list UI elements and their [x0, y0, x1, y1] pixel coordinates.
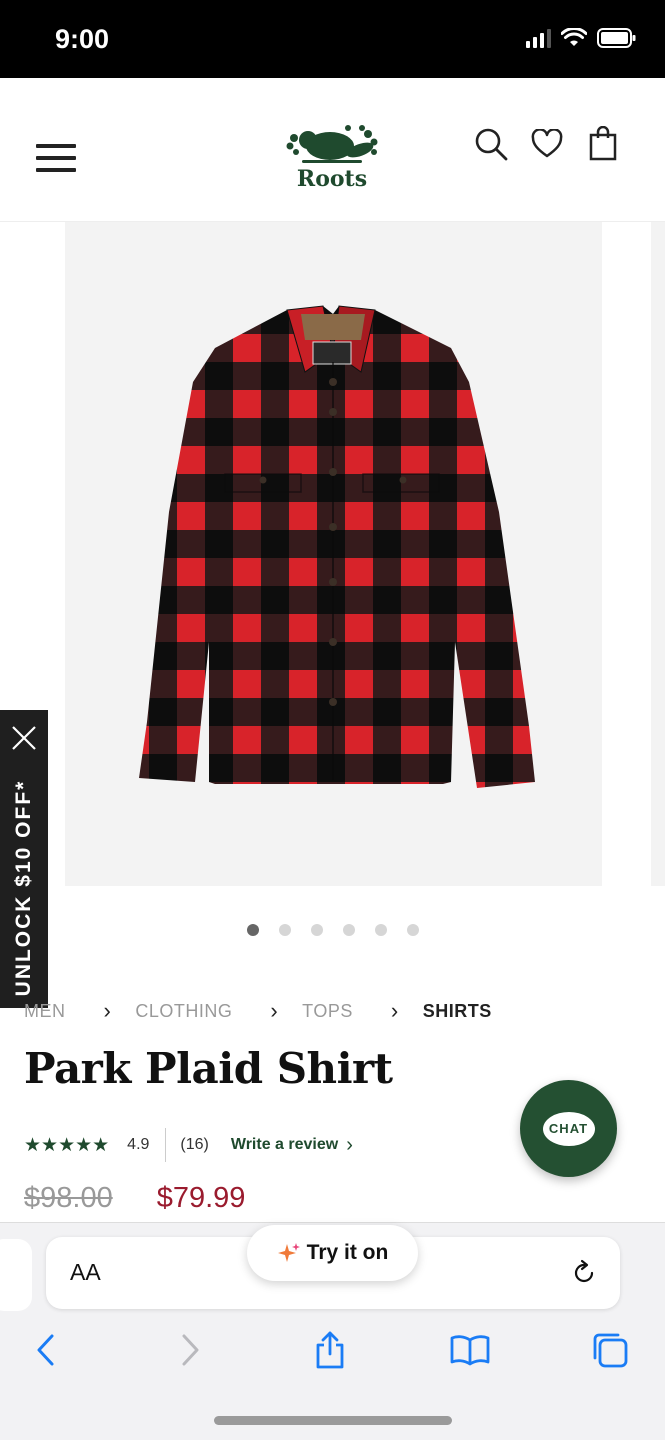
battery-icon — [597, 28, 636, 48]
breadcrumb-tops[interactable]: TOPS — [302, 1001, 353, 1022]
status-time: 9:00 — [55, 24, 110, 54]
browser-nav-toolbar — [0, 1330, 665, 1374]
back-icon[interactable] — [26, 1330, 66, 1370]
sparkle-icon — [277, 1243, 300, 1262]
carousel-dot[interactable] — [374, 924, 387, 936]
chat-button[interactable]: CHAT — [520, 1080, 617, 1177]
chevron-right-icon: › — [270, 998, 279, 1023]
try-it-on-button[interactable]: Try it on — [247, 1225, 418, 1281]
write-review-link[interactable]: Write a review — [231, 1136, 338, 1154]
search-icon[interactable] — [473, 126, 509, 162]
reload-icon[interactable] — [570, 1259, 598, 1287]
next-image-peek[interactable] — [651, 222, 665, 886]
chevron-right-icon: › — [103, 998, 112, 1023]
bag-icon[interactable] — [585, 126, 621, 162]
breadcrumb-clothing[interactable]: CLOTHING — [135, 1001, 232, 1022]
bookmarks-icon[interactable] — [450, 1330, 490, 1370]
reader-settings-button[interactable]: AA — [70, 1259, 101, 1286]
product-image[interactable] — [65, 222, 602, 886]
forward-icon[interactable] — [170, 1330, 210, 1370]
breadcrumb-shirts[interactable]: SHIRTS — [423, 1001, 492, 1022]
previous-tab-pill[interactable] — [0, 1239, 32, 1311]
heart-icon[interactable] — [529, 126, 565, 162]
wifi-icon — [561, 28, 587, 46]
status-bar: 9:00 — [0, 0, 665, 78]
header-actions — [473, 126, 621, 162]
site-header: Roots — [0, 78, 665, 222]
product-gallery[interactable] — [0, 222, 665, 888]
status-icons — [526, 28, 637, 48]
star-rating-icon[interactable]: ★★★★★ — [24, 1134, 109, 1157]
carousel-dot[interactable] — [342, 924, 355, 936]
breadcrumb-men[interactable]: MEN — [24, 1001, 66, 1022]
signal-icon — [526, 28, 551, 48]
try-it-on-label: Try it on — [306, 1241, 389, 1264]
rating-row: ★★★★★ 4.9 (16) Write a review › — [24, 1128, 353, 1162]
home-indicator[interactable] — [214, 1416, 452, 1425]
close-icon[interactable] — [10, 724, 38, 752]
logo-text: Roots — [296, 166, 368, 192]
price-row: $98.00 $79.99 — [24, 1182, 245, 1215]
tabs-icon[interactable] — [590, 1330, 630, 1370]
menu-icon[interactable] — [36, 142, 76, 174]
chat-label: CHAT — [542, 1111, 595, 1146]
review-count[interactable]: (16) — [180, 1136, 208, 1154]
chevron-right-icon[interactable]: › — [346, 1134, 353, 1157]
carousel-dots — [0, 924, 665, 936]
rating-divider — [165, 1128, 167, 1162]
roots-logo[interactable]: Roots — [282, 120, 382, 196]
original-price: $98.00 — [24, 1182, 113, 1214]
rating-value: 4.9 — [127, 1136, 150, 1153]
carousel-dot[interactable] — [310, 924, 323, 936]
share-icon[interactable] — [310, 1330, 350, 1370]
plaid-shirt-image — [65, 222, 602, 886]
carousel-dot[interactable] — [406, 924, 419, 936]
product-title: Park Plaid Shirt — [24, 1044, 393, 1093]
breadcrumb: MEN › CLOTHING › TOPS › SHIRTS — [24, 998, 492, 1024]
unlock-offer-label[interactable]: UNLOCK $10 OFF* — [12, 780, 36, 997]
unlock-offer-tab[interactable]: UNLOCK $10 OFF* — [0, 710, 48, 1008]
beaver-logo-icon — [286, 125, 378, 163]
chevron-right-icon: › — [390, 998, 399, 1023]
carousel-dot[interactable] — [246, 924, 259, 936]
carousel-dot[interactable] — [278, 924, 291, 936]
sale-price: $79.99 — [156, 1182, 246, 1214]
